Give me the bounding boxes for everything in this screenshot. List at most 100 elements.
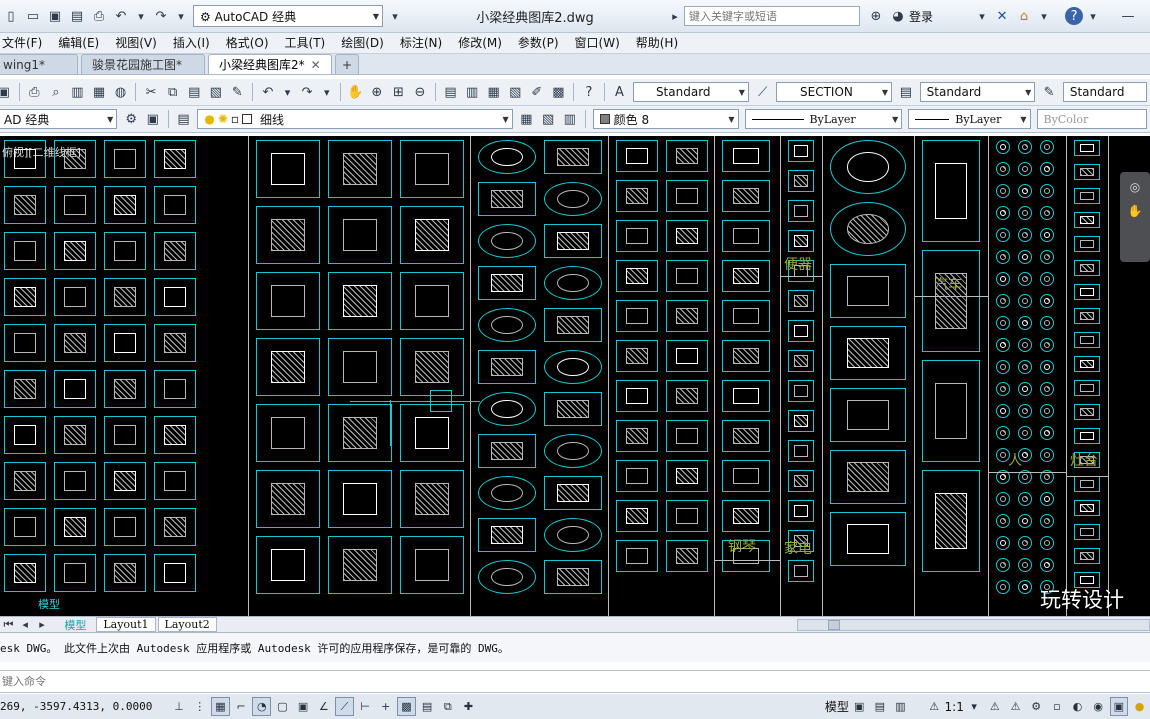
layout-tab-layout1[interactable]: Layout1 bbox=[96, 617, 156, 632]
annotation-scale-value[interactable]: 1:1 bbox=[945, 700, 964, 714]
quick-view-layouts-icon[interactable]: ▤ bbox=[871, 697, 890, 716]
menu-file[interactable]: 文件(F) bbox=[0, 33, 50, 53]
new-file-icon[interactable]: ▯ bbox=[1, 6, 21, 26]
layer-select[interactable]: ● ✺ ▫ 细线 ▼ bbox=[197, 109, 513, 129]
save-icon[interactable]: ▣ bbox=[0, 82, 14, 102]
annotation-scale-icon[interactable]: ⚠ bbox=[925, 697, 944, 716]
drawing-canvas[interactable]: 俯视][二维线框] 便器 汽车 钢琴 家电 人 灶台 玩转设计 ◎ ✋ 模型 bbox=[0, 136, 1150, 616]
layer-properties-icon[interactable]: ▤ bbox=[174, 109, 194, 129]
steeringwheel-icon[interactable]: ◎ bbox=[1120, 180, 1150, 194]
scrollbar-thumb[interactable] bbox=[827, 619, 840, 630]
markup-icon[interactable]: ✐ bbox=[527, 82, 547, 102]
model-space-label[interactable]: 模型 bbox=[825, 698, 849, 715]
mleader-style-select[interactable]: Standard bbox=[1062, 82, 1148, 102]
workspace-settings-icon[interactable]: ⚙ bbox=[121, 109, 141, 129]
menu-window[interactable]: 窗口(W) bbox=[567, 33, 628, 53]
workspace-select[interactable]: AD 经典 ▼ bbox=[0, 109, 118, 129]
coordinate-readout[interactable]: 269, -3597.4313, 0.0000 bbox=[0, 700, 169, 713]
dynamic-ucs-icon[interactable]: ⟋ bbox=[335, 697, 354, 716]
make-current-layer-icon[interactable]: ▦ bbox=[517, 109, 537, 129]
ortho-mode-icon[interactable]: ⌐ bbox=[232, 697, 251, 716]
command-input[interactable] bbox=[0, 671, 1150, 692]
menu-dimension[interactable]: 标注(N) bbox=[392, 33, 450, 53]
next-layout-icon[interactable]: ▸ bbox=[35, 617, 50, 632]
menu-modify[interactable]: 修改(M) bbox=[450, 33, 510, 53]
object-snap-icon[interactable]: ▢ bbox=[273, 697, 292, 716]
dim-style-select[interactable]: SECTION ▼ bbox=[776, 82, 893, 102]
layer-state-icon[interactable]: ▥ bbox=[560, 109, 580, 129]
binoculars-icon[interactable]: ⊕ bbox=[866, 6, 886, 26]
quickcalc-icon[interactable]: ▩ bbox=[549, 82, 569, 102]
auto-scale-icon[interactable]: ⚠ bbox=[1006, 697, 1025, 716]
paste-special-icon[interactable]: ▧ bbox=[206, 82, 226, 102]
snap-mode-icon[interactable]: ⋮ bbox=[190, 697, 209, 716]
pan-icon[interactable]: ✋ bbox=[1120, 204, 1150, 218]
open-file-icon[interactable]: ▭ bbox=[23, 6, 43, 26]
infer-constraints-icon[interactable]: ⊥ bbox=[170, 697, 189, 716]
menu-draw[interactable]: 绘图(D) bbox=[333, 33, 392, 53]
color-select[interactable]: 颜色 8 ▼ bbox=[592, 109, 739, 129]
login-dropdown-icon[interactable]: ▾ bbox=[974, 8, 990, 24]
file-tab-wing1[interactable]: wing1* bbox=[0, 54, 78, 74]
scale-dropdown-icon[interactable]: ▾ bbox=[965, 697, 984, 716]
light-bulb-icon[interactable]: ● bbox=[1130, 697, 1149, 716]
layout-tab-model[interactable]: 模型 bbox=[38, 596, 60, 612]
store-dropdown-icon[interactable]: ▾ bbox=[1036, 8, 1052, 24]
zoom-previous-icon[interactable]: ⊖ bbox=[410, 82, 430, 102]
search-input[interactable] bbox=[684, 6, 860, 26]
layer-previous-icon[interactable]: ▧ bbox=[538, 109, 558, 129]
file-tab-junjing[interactable]: 骏景花园施工图* bbox=[81, 54, 205, 74]
viewport-label[interactable]: 俯视][二维线框] bbox=[2, 144, 81, 160]
batch-plot-icon[interactable]: ▦ bbox=[89, 82, 109, 102]
menu-tools[interactable]: 工具(T) bbox=[277, 33, 334, 53]
workspace-select[interactable]: ⚙ AutoCAD 经典 ▼ bbox=[193, 5, 383, 27]
command-line[interactable] bbox=[0, 670, 1150, 693]
copy-icon[interactable]: ⧉ bbox=[163, 82, 183, 102]
layout-tab-layout2[interactable]: Layout2 bbox=[157, 617, 217, 632]
match-properties-icon[interactable]: ✎ bbox=[228, 82, 248, 102]
quick-view-drawings-icon[interactable]: ▥ bbox=[891, 697, 910, 716]
menu-format[interactable]: 格式(O) bbox=[218, 33, 277, 53]
zoom-window-icon[interactable]: ⊞ bbox=[389, 82, 409, 102]
workspace-switching-icon[interactable]: ⚙ bbox=[1027, 697, 1046, 716]
minimize-window-icon[interactable]: — bbox=[1118, 6, 1138, 26]
polar-tracking-icon[interactable]: ◔ bbox=[252, 697, 272, 716]
grid-display-icon[interactable]: ▦ bbox=[211, 697, 230, 716]
prev-layout-icon[interactable]: ◂ bbox=[18, 617, 33, 632]
close-tab-icon[interactable]: ✕ bbox=[311, 55, 321, 75]
design-center-icon[interactable]: ▥ bbox=[462, 82, 482, 102]
file-tab-xiaoliang[interactable]: 小梁经典图库2* ✕ bbox=[208, 54, 332, 74]
tool-palettes-icon[interactable]: ▦ bbox=[484, 82, 504, 102]
save-as-icon[interactable]: ▤ bbox=[67, 6, 87, 26]
plot-preview-icon[interactable]: ⌕ bbox=[46, 82, 66, 102]
plot-icon[interactable]: ⎙ bbox=[25, 82, 45, 102]
layout-tab-model-bottom[interactable]: 模型 bbox=[64, 617, 86, 632]
zoom-realtime-icon[interactable]: ⊕ bbox=[367, 82, 387, 102]
annotation-visibility-icon[interactable]: ⚠ bbox=[986, 697, 1005, 716]
undo-icon[interactable]: ↶ bbox=[258, 82, 278, 102]
paste-icon[interactable]: ▤ bbox=[184, 82, 204, 102]
text-style-select[interactable]: Standard ▼ bbox=[633, 82, 749, 102]
redo-dropdown-icon[interactable]: ▾ bbox=[173, 8, 189, 24]
annotation-monitor-icon[interactable]: ✚ bbox=[459, 697, 478, 716]
menu-edit[interactable]: 编辑(E) bbox=[50, 33, 107, 53]
clean-screen-icon[interactable]: ▣ bbox=[1109, 697, 1129, 716]
save-icon[interactable]: ▣ bbox=[45, 6, 65, 26]
layout-view-icon[interactable]: ▣ bbox=[850, 697, 869, 716]
undo-dropdown-icon[interactable]: ▾ bbox=[133, 8, 149, 24]
3d-dwf-icon[interactable]: ◍ bbox=[111, 82, 131, 102]
linetype-select[interactable]: ByLayer ▼ bbox=[744, 109, 903, 129]
exchange-icon[interactable]: ✕ bbox=[992, 6, 1012, 26]
transparency-icon[interactable]: ▩ bbox=[397, 697, 416, 716]
hardware-acceleration-icon[interactable]: ◐ bbox=[1068, 697, 1087, 716]
cut-icon[interactable]: ✂ bbox=[141, 82, 161, 102]
new-tab-button[interactable]: + bbox=[335, 54, 359, 74]
menu-view[interactable]: 视图(V) bbox=[107, 33, 165, 53]
user-icon[interactable]: ◕ bbox=[888, 6, 908, 26]
login-button[interactable]: 登录 bbox=[909, 8, 933, 25]
help-dropdown-icon[interactable]: ▾ bbox=[1085, 8, 1101, 24]
search-expand-icon[interactable]: ▸ bbox=[667, 8, 683, 24]
undo-icon[interactable]: ↶ bbox=[111, 6, 131, 26]
customize-quick-access-icon[interactable]: ▾ bbox=[387, 8, 403, 24]
dynamic-input-icon[interactable]: ⊢ bbox=[356, 697, 375, 716]
